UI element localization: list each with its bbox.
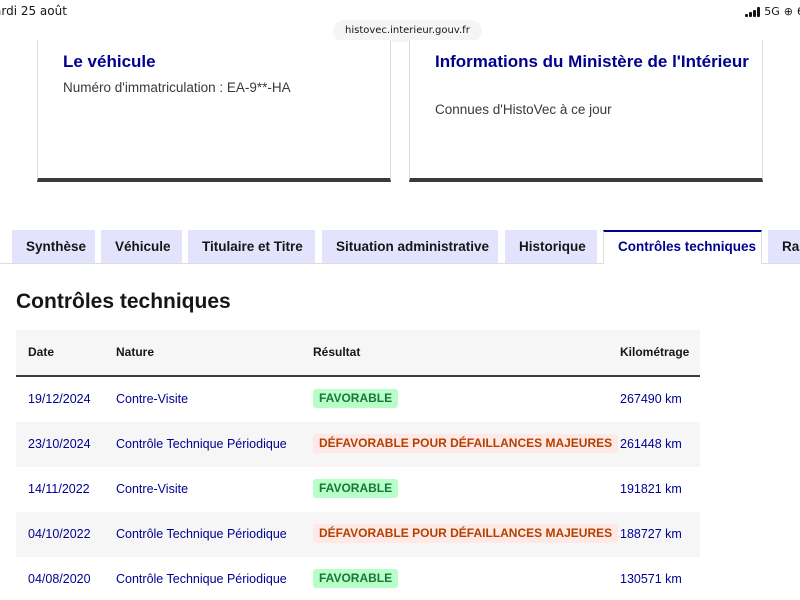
location-icon: ⊕ bbox=[783, 5, 793, 18]
status-indicators: 5G ⊕ 6 bbox=[745, 5, 800, 18]
row-result: FAVORABLE bbox=[313, 377, 399, 422]
tab-controles-techniques[interactable]: Contrôles techniques bbox=[603, 230, 762, 264]
row-date: 19/12/2024 bbox=[28, 392, 91, 406]
row-nature: Contre-Visite bbox=[116, 392, 189, 406]
row-result: DÉFAVORABLE POUR DÉFAILLANCES MAJEURES bbox=[313, 422, 619, 467]
header-resultat: Résultat bbox=[313, 345, 361, 359]
section-title: Contrôles techniques bbox=[16, 290, 231, 313]
tab-titulaire[interactable]: Titulaire et Titre bbox=[188, 230, 315, 263]
row-date: 04/08/2020 bbox=[28, 572, 91, 586]
result-badge: DÉFAVORABLE POUR DÉFAILLANCES MAJEURES bbox=[313, 433, 619, 453]
row-km: 188727 km bbox=[620, 527, 682, 541]
tab-rapport[interactable]: Rap bbox=[768, 230, 800, 263]
table-row: 19/12/2024 Contre-Visite FAVORABLE 26749… bbox=[16, 377, 700, 422]
result-badge: FAVORABLE bbox=[313, 388, 399, 408]
result-badge: FAVORABLE bbox=[313, 478, 399, 498]
status-date: ardi 25 août bbox=[0, 4, 67, 18]
row-km: 130571 km bbox=[620, 572, 682, 586]
result-badge: FAVORABLE bbox=[313, 568, 399, 588]
screen: ardi 25 août 5G ⊕ 6 histovec.interieur.g… bbox=[0, 0, 800, 600]
tab-historique[interactable]: Historique bbox=[505, 230, 597, 263]
vehicule-card-title[interactable]: Le véhicule bbox=[63, 50, 383, 73]
vehicule-card: Le véhicule Numéro d'immatriculation : E… bbox=[37, 40, 391, 182]
ministere-card-title[interactable]: Informations du Ministère de l'Intérieur bbox=[435, 50, 755, 73]
network-label: 5G bbox=[764, 5, 780, 18]
controles-table: Date Nature Résultat Kilométrage 19/12/2… bbox=[16, 330, 700, 600]
signal-icon bbox=[745, 6, 761, 17]
row-date: 04/10/2022 bbox=[28, 527, 91, 541]
vehicule-card-text: Numéro d'immatriculation : EA-9**-HA bbox=[63, 80, 291, 95]
tab-vehicule[interactable]: Véhicule bbox=[101, 230, 182, 263]
table-header: Date Nature Résultat Kilométrage bbox=[16, 330, 700, 377]
ministere-card: Informations du Ministère de l'Intérieur… bbox=[409, 40, 763, 182]
table-row: 14/11/2022 Contre-Visite FAVORABLE 19182… bbox=[16, 467, 700, 512]
table-row: 04/08/2020 Contrôle Technique Périodique… bbox=[16, 557, 700, 600]
row-result: FAVORABLE bbox=[313, 557, 399, 600]
tab-bar: Synthèse Véhicule Titulaire et Titre Sit… bbox=[0, 230, 800, 264]
table-row: 04/10/2022 Contrôle Technique Périodique… bbox=[16, 512, 700, 557]
row-nature: Contre-Visite bbox=[116, 482, 189, 496]
row-date: 23/10/2024 bbox=[28, 437, 91, 451]
row-result: FAVORABLE bbox=[313, 467, 399, 512]
row-km: 267490 km bbox=[620, 392, 682, 406]
row-result: DÉFAVORABLE POUR DÉFAILLANCES MAJEURES bbox=[313, 512, 619, 557]
tab-situation[interactable]: Situation administrative bbox=[322, 230, 498, 263]
table-row: 23/10/2024 Contrôle Technique Périodique… bbox=[16, 422, 700, 467]
row-nature: Contrôle Technique Périodique bbox=[116, 437, 287, 451]
row-km: 191821 km bbox=[620, 482, 682, 496]
row-nature: Contrôle Technique Périodique bbox=[116, 527, 287, 541]
row-km: 261448 km bbox=[620, 437, 682, 451]
header-date: Date bbox=[28, 345, 55, 359]
row-nature: Contrôle Technique Périodique bbox=[116, 572, 287, 586]
address-bar[interactable]: histovec.interieur.gouv.fr bbox=[333, 20, 482, 42]
tab-synthese[interactable]: Synthèse bbox=[12, 230, 95, 263]
header-kilometrage: Kilométrage bbox=[620, 345, 690, 359]
row-date: 14/11/2022 bbox=[28, 482, 90, 496]
ministere-card-text: Connues d'HistoVec à ce jour bbox=[435, 102, 612, 117]
header-nature: Nature bbox=[116, 345, 155, 359]
result-badge: DÉFAVORABLE POUR DÉFAILLANCES MAJEURES bbox=[313, 523, 619, 543]
